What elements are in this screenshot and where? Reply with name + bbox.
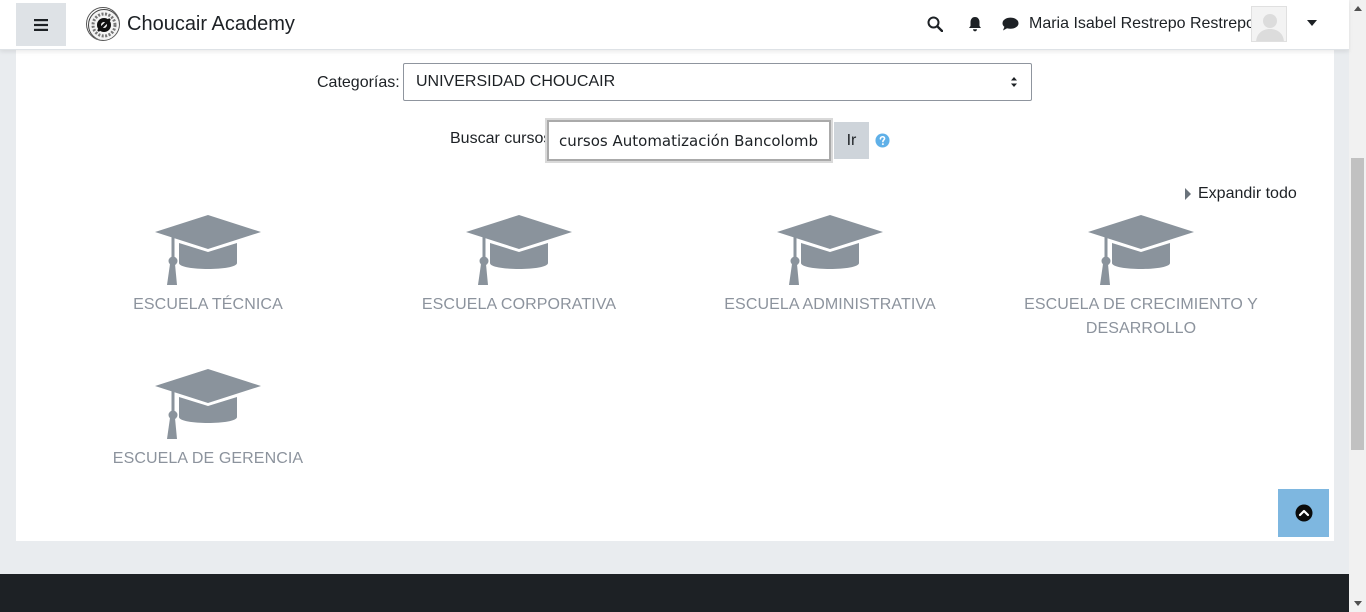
school-item[interactable]: ESCUELA DE GERENCIA bbox=[88, 369, 328, 471]
scrollbar-thumb[interactable] bbox=[1351, 158, 1364, 450]
caret-right-icon bbox=[1185, 188, 1191, 200]
expand-all-label: Expandir todo bbox=[1198, 185, 1297, 202]
scroll-down-icon bbox=[1353, 601, 1362, 606]
select-arrows-icon bbox=[1011, 77, 1017, 87]
school-item[interactable]: ESCUELA ADMINISTRATIVA bbox=[710, 215, 950, 317]
category-select[interactable]: UNIVERSIDAD CHOUCAIR bbox=[403, 63, 1032, 101]
expand-all-link[interactable]: Expandir todo bbox=[1185, 185, 1297, 203]
search-go-button[interactable]: Ir bbox=[834, 122, 869, 159]
category-selected-value: UNIVERSIDAD CHOUCAIR bbox=[416, 73, 616, 90]
messages-button[interactable] bbox=[999, 13, 1021, 35]
bell-icon bbox=[969, 17, 981, 32]
site-logo[interactable] bbox=[86, 7, 120, 41]
site-name[interactable]: Choucair Academy bbox=[127, 12, 295, 36]
avatar[interactable] bbox=[1251, 6, 1287, 42]
school-item[interactable]: ESCUELA DE CRECIMIENTO Y DESARROLLO bbox=[1021, 215, 1261, 341]
search-button[interactable] bbox=[924, 13, 946, 35]
chevron-up-icon bbox=[1295, 504, 1312, 522]
scroll-up-button[interactable] bbox=[1349, 0, 1366, 17]
chat-icon bbox=[1002, 17, 1018, 31]
graduation-cap-icon bbox=[1088, 215, 1194, 285]
user-name[interactable]: Maria Isabel Restrepo Restrepo bbox=[1029, 15, 1255, 33]
page-footer bbox=[0, 574, 1349, 612]
graduation-cap-icon bbox=[466, 215, 572, 285]
back-to-top-button[interactable] bbox=[1278, 489, 1329, 537]
scroll-down-button[interactable] bbox=[1349, 595, 1366, 612]
school-name[interactable]: ESCUELA DE CRECIMIENTO Y DESARROLLO bbox=[1021, 293, 1261, 341]
graduation-cap-icon bbox=[155, 215, 261, 285]
search-courses-label: Buscar cursos bbox=[450, 130, 552, 147]
graduation-cap-icon bbox=[155, 369, 261, 439]
menu-toggle-button[interactable] bbox=[16, 3, 66, 46]
chevron-down-icon bbox=[1307, 20, 1317, 26]
menu-icon bbox=[34, 18, 48, 31]
help-icon[interactable] bbox=[875, 133, 890, 148]
top-navbar: Choucair Academy Maria Isabel Restrepo R… bbox=[0, 0, 1349, 50]
school-name[interactable]: ESCUELA CORPORATIVA bbox=[399, 293, 639, 317]
scroll-up-icon bbox=[1353, 6, 1362, 11]
school-item[interactable]: ESCUELA TÉCNICA bbox=[88, 215, 328, 317]
graduation-cap-icon bbox=[777, 215, 883, 285]
category-label: Categorías: bbox=[317, 74, 400, 91]
notifications-button[interactable] bbox=[964, 13, 986, 35]
school-item[interactable]: ESCUELA CORPORATIVA bbox=[399, 215, 639, 317]
search-courses-input[interactable] bbox=[545, 118, 833, 163]
school-name[interactable]: ESCUELA TÉCNICA bbox=[88, 293, 328, 317]
school-name[interactable]: ESCUELA ADMINISTRATIVA bbox=[710, 293, 950, 317]
school-name[interactable]: ESCUELA DE GERENCIA bbox=[88, 447, 328, 471]
search-icon bbox=[927, 16, 943, 32]
user-menu-toggle[interactable] bbox=[1303, 14, 1321, 32]
